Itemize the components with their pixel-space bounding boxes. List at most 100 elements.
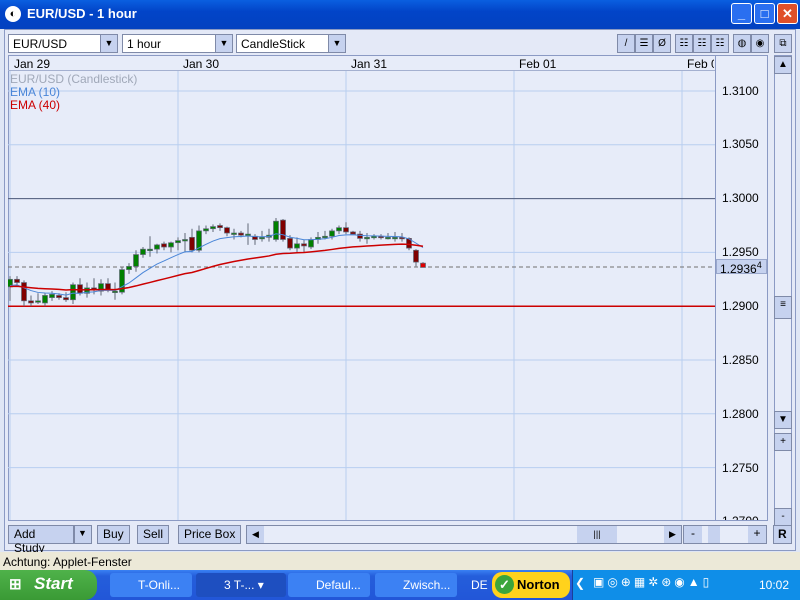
app-icon: ◐ — [5, 6, 21, 22]
taskbar-item[interactable]: T-Onli... — [110, 573, 192, 597]
minimize-button[interactable]: _ — [731, 3, 752, 24]
scroll-thumb[interactable]: ||| — [577, 526, 617, 543]
price-label: 1.2950 — [722, 245, 759, 259]
candle — [35, 300, 41, 303]
candle — [161, 243, 167, 248]
tray-expand-icon[interactable]: ❮ — [575, 576, 585, 590]
price-label: 1.3000 — [722, 191, 759, 205]
title-bar: ◐ EUR/USD - 1 hour _ □ ✕ — [0, 0, 800, 29]
candle — [245, 233, 251, 236]
interval-value: 1 hour — [127, 37, 162, 51]
candle — [238, 232, 244, 236]
zoom-slider[interactable]: - + — [683, 525, 767, 544]
candle — [28, 300, 34, 304]
taskbar-item-active[interactable]: 3 T-... ▾ — [196, 573, 286, 597]
scroll-down-icon[interactable]: ▼ — [774, 411, 792, 429]
start-button[interactable]: ⊞ Start — [0, 570, 97, 600]
language-indicator[interactable]: DE — [471, 578, 488, 592]
zoom-in-circle-icon[interactable]: ◍ — [733, 34, 751, 53]
candle — [392, 236, 398, 240]
vzoom-in-button[interactable]: + — [774, 433, 792, 451]
candle — [336, 227, 342, 232]
candle — [77, 284, 83, 294]
candle — [140, 248, 146, 255]
taskbar-item[interactable]: Zwisch... — [375, 573, 457, 597]
chevron-down-icon[interactable]: ▼ — [100, 35, 117, 52]
tray-icons[interactable]: ▣◎⊕▦✲⊛◉▲▯ — [593, 575, 712, 589]
zoom-out-circle-icon[interactable]: ◉ — [751, 34, 769, 53]
maximize-button[interactable]: □ — [754, 3, 775, 24]
detach-window-icon[interactable]: ⧉ — [774, 34, 792, 53]
price-chart[interactable] — [8, 71, 715, 520]
price-box-button[interactable]: Price Box — [178, 525, 242, 544]
candle — [14, 278, 20, 283]
candle — [49, 294, 55, 298]
close-button[interactable]: ✕ — [777, 3, 798, 24]
task-label: Defaul... — [316, 578, 361, 592]
candle — [175, 240, 181, 244]
start-label: Start — [34, 574, 73, 593]
chevron-down-icon[interactable]: ▼ — [74, 525, 92, 544]
current-price-tag: 1.29364 — [716, 259, 767, 276]
candle — [420, 262, 426, 268]
scroll-right-icon[interactable]: ▶ — [664, 526, 681, 543]
interval-select[interactable]: 1 hour ▼ — [122, 34, 233, 53]
taskbar-item[interactable]: Defaul... — [288, 573, 370, 597]
candle — [189, 236, 195, 251]
vzoom-out-button[interactable]: - — [774, 508, 792, 526]
candle — [42, 295, 48, 304]
reset-button[interactable]: R — [773, 525, 792, 544]
candle — [385, 236, 391, 240]
scroll-up-icon[interactable]: ▲ — [774, 56, 792, 74]
candle — [364, 236, 370, 240]
vertical-scrollbar[interactable]: ▲ ≡ ▼ + - — [774, 55, 792, 526]
symbol-value: EUR/USD — [13, 37, 68, 51]
current-price-digit: 4 — [756, 260, 762, 270]
candle — [147, 248, 153, 252]
grid1-icon[interactable]: ☷ — [675, 34, 693, 53]
norton-button[interactable]: ✓ Norton — [492, 572, 570, 598]
zoom-thumb[interactable] — [708, 526, 720, 543]
chart-type-select[interactable]: CandleStick ▼ — [236, 34, 346, 53]
candle — [287, 238, 293, 249]
candle — [203, 228, 209, 232]
candle — [273, 220, 279, 240]
legend-ema10: EMA (10) — [10, 85, 61, 99]
symbol-select[interactable]: EUR/USD ▼ — [8, 34, 118, 53]
price-label: 1.2900 — [722, 299, 759, 313]
zoom-out-button[interactable]: - — [684, 526, 702, 543]
window-title: EUR/USD - 1 hour — [27, 6, 137, 21]
candle — [301, 243, 307, 247]
norton-label: Norton — [517, 577, 560, 592]
candle — [70, 284, 76, 301]
zoom-in-button[interactable]: + — [748, 526, 766, 543]
scroll-left-icon[interactable]: ◀ — [247, 526, 264, 543]
grid2-icon[interactable]: ☷ — [693, 34, 711, 53]
grid3-icon[interactable]: ☷ — [711, 34, 729, 53]
price-axis[interactable] — [715, 55, 768, 521]
sell-button[interactable]: Sell — [137, 525, 170, 544]
price-label: 1.2800 — [722, 407, 759, 421]
fib-tool-icon[interactable]: Ø — [653, 34, 671, 53]
candle — [182, 239, 188, 242]
task-label: T-Onli... — [138, 578, 181, 592]
line-tool-icon[interactable]: / — [617, 34, 635, 53]
candle — [168, 242, 174, 248]
candle — [231, 232, 237, 235]
scroll-thumb[interactable]: ≡ — [774, 296, 792, 319]
candle — [280, 219, 286, 240]
candle — [322, 235, 328, 239]
chevron-down-icon[interactable]: ▼ — [328, 35, 345, 52]
horizontal-scrollbar[interactable]: ◀ ||| ▶ — [246, 525, 682, 544]
checkmark-icon: ✓ — [495, 575, 514, 594]
chevron-down-icon[interactable]: ▼ — [215, 35, 232, 52]
hlines-tool-icon[interactable]: ☰ — [635, 34, 653, 53]
task-label: Zwisch... — [403, 578, 451, 592]
candle — [126, 266, 132, 270]
add-study-button[interactable]: Add Study — [8, 525, 74, 555]
candle — [329, 230, 335, 237]
buy-button[interactable]: Buy — [97, 525, 130, 544]
current-price: 1.2936 — [720, 262, 757, 276]
legend-ema40: EMA (40) — [10, 98, 61, 112]
price-label: 1.3050 — [722, 137, 759, 151]
